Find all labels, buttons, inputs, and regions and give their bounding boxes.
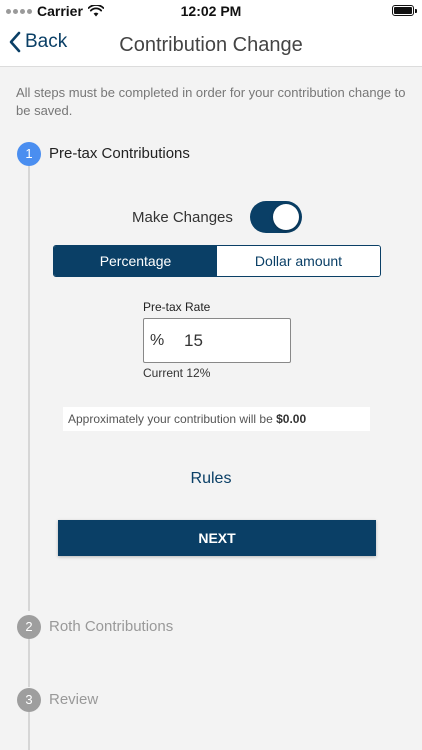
timeline-connector <box>28 712 30 750</box>
make-changes-toggle[interactable] <box>250 201 302 233</box>
step-2-label[interactable]: Roth Contributions <box>49 618 173 635</box>
make-changes-label: Make Changes <box>132 209 233 226</box>
step-1-label[interactable]: Pre-tax Contributions <box>49 145 190 162</box>
step-1-indicator: 1 <box>17 142 41 166</box>
pre-tax-rate-label: Pre-tax Rate <box>143 300 211 314</box>
status-bar: Carrier 12:02 PM <box>0 0 422 22</box>
percent-prefix: % <box>150 332 165 349</box>
current-rate-text: Current 12% <box>143 366 211 380</box>
toggle-knob <box>273 204 299 230</box>
step-3-label[interactable]: Review <box>49 691 98 708</box>
segment-dollar-amount[interactable]: Dollar amount <box>217 246 380 276</box>
step-2-indicator: 2 <box>17 615 41 639</box>
step-3-indicator: 3 <box>17 688 41 712</box>
page-title: Contribution Change <box>119 34 303 56</box>
contribution-type-segmented-control: Percentage Dollar amount <box>53 245 381 277</box>
status-time: 12:02 PM <box>180 3 242 19</box>
segment-percentage[interactable]: Percentage <box>54 246 217 276</box>
navigation-bar: Back Contribution Change <box>0 22 422 67</box>
timeline-connector <box>28 166 30 611</box>
completion-notice: All steps must be completed in order for… <box>16 85 406 118</box>
rules-link[interactable]: Rules <box>0 470 422 488</box>
approximate-contribution-text: Approximately your contribution will be <box>68 412 273 426</box>
pre-tax-rate-input[interactable]: % 15 <box>143 318 291 363</box>
next-button[interactable]: NEXT <box>58 520 376 556</box>
timeline-connector <box>28 639 30 687</box>
battery-icon <box>392 5 417 16</box>
approximate-contribution: Approximately your contribution will be … <box>63 407 370 431</box>
approximate-contribution-amount: $0.00 <box>276 412 307 426</box>
rate-value: 15 <box>184 331 203 350</box>
